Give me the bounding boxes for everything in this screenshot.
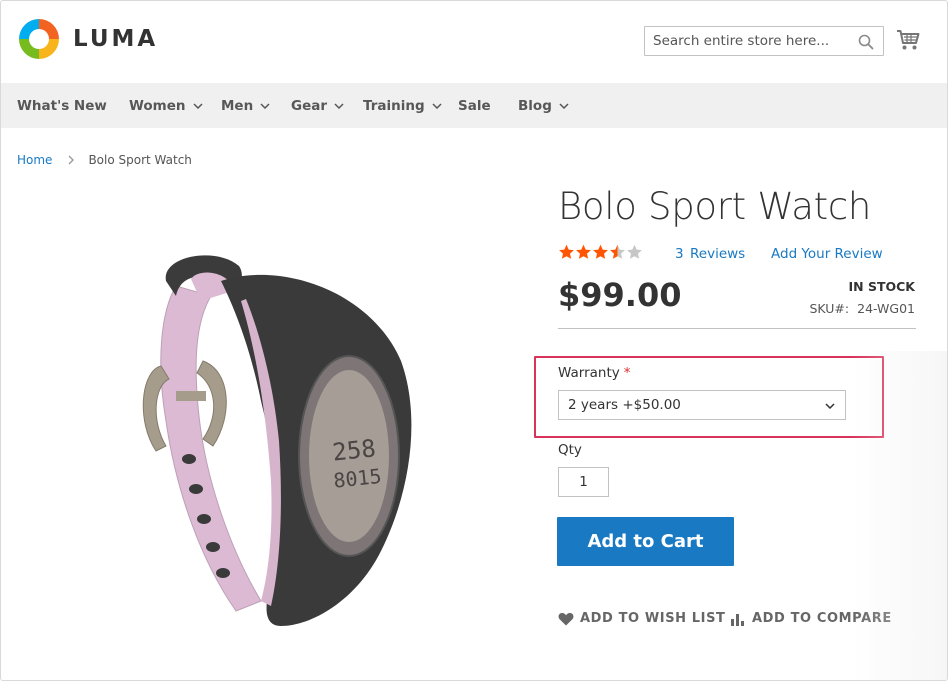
wishlist-label: ADD TO WISH LIST [580,611,726,626]
header: LUMA [1,1,947,83]
logo-text: LUMA [73,26,159,52]
reviews-link[interactable]: Reviews [690,246,745,262]
warranty-label-text: Warranty [558,365,620,381]
chevron-down-icon [559,102,569,109]
qty-label: Qty [558,442,582,458]
sku-value: 24-WG01 [857,301,915,316]
chevron-down-icon [825,403,835,409]
page: LUMA What's New Women Men [0,0,948,681]
heart-icon [558,612,574,625]
add-to-cart-button[interactable]: Add to Cart [557,517,734,566]
breadcrumb: Home Bolo Sport Watch [17,153,192,167]
nav-item-women[interactable]: Women [129,83,203,128]
reviews-count-link[interactable]: 3 [675,246,684,262]
cart-icon[interactable] [896,29,920,51]
rating-stars [558,244,643,260]
nav-item-label: Blog [518,97,552,114]
warranty-select[interactable]: 2 years +$50.00 [558,390,846,420]
nav-item-label: Men [221,97,254,114]
breadcrumb-home-link[interactable]: Home [17,153,52,167]
chevron-down-icon [432,102,442,109]
nav-item-blog[interactable]: Blog [518,83,569,128]
luma-logo[interactable]: LUMA [17,17,158,61]
nav-item-men[interactable]: Men [221,83,270,128]
nav-item-label: Women [129,97,186,114]
star-full-icon [576,244,591,259]
nav-item-label: Gear [291,97,328,114]
product-title: Bolo Sport Watch [558,185,872,228]
sku: SKU#: 24-WG01 [809,301,915,316]
warranty-label: Warranty * [558,365,630,381]
search-icon[interactable] [858,34,874,50]
nav-item-label: Sale [458,97,491,114]
search-input[interactable] [653,33,853,49]
star-empty-icon [627,244,642,259]
compare-bars-icon [731,613,744,626]
nav-item-sale[interactable]: Sale [458,83,491,128]
nav-item-whats-new[interactable]: What's New [17,83,107,128]
chevron-right-icon [68,155,75,165]
divider [558,328,916,329]
sku-label: SKU#: [809,301,850,316]
nav-item-label: What's New [17,97,107,114]
star-full-icon [593,244,608,259]
nav-item-gear[interactable]: Gear [291,83,344,128]
star-half-icon [610,244,625,259]
svg-text:8015: 8015 [332,464,382,493]
breadcrumb-current: Bolo Sport Watch [88,153,192,167]
search-box[interactable] [644,26,884,56]
stock-status: IN STOCK [848,279,915,294]
chevron-down-icon [260,102,270,109]
add-review-link[interactable]: Add Your Review [771,246,883,262]
warranty-selected-value: 2 years +$50.00 [568,397,681,413]
chevron-down-icon [334,102,344,109]
product-price: $99.00 [558,276,682,314]
svg-text:258: 258 [331,434,377,466]
product-image[interactable]: 258 8015 [121,241,431,641]
nav-item-label: Training [363,97,425,114]
luma-logo-icon [19,19,59,59]
background-shade [851,351,947,680]
add-to-wishlist-link[interactable]: ADD TO WISH LIST [558,611,726,626]
required-mark: * [623,365,631,381]
star-full-icon [559,244,574,259]
qty-input[interactable]: 1 [558,467,609,497]
chevron-down-icon [193,102,203,109]
nav-item-training[interactable]: Training [363,83,442,128]
main-nav: What's New Women Men Gear Training Sale … [1,83,947,128]
